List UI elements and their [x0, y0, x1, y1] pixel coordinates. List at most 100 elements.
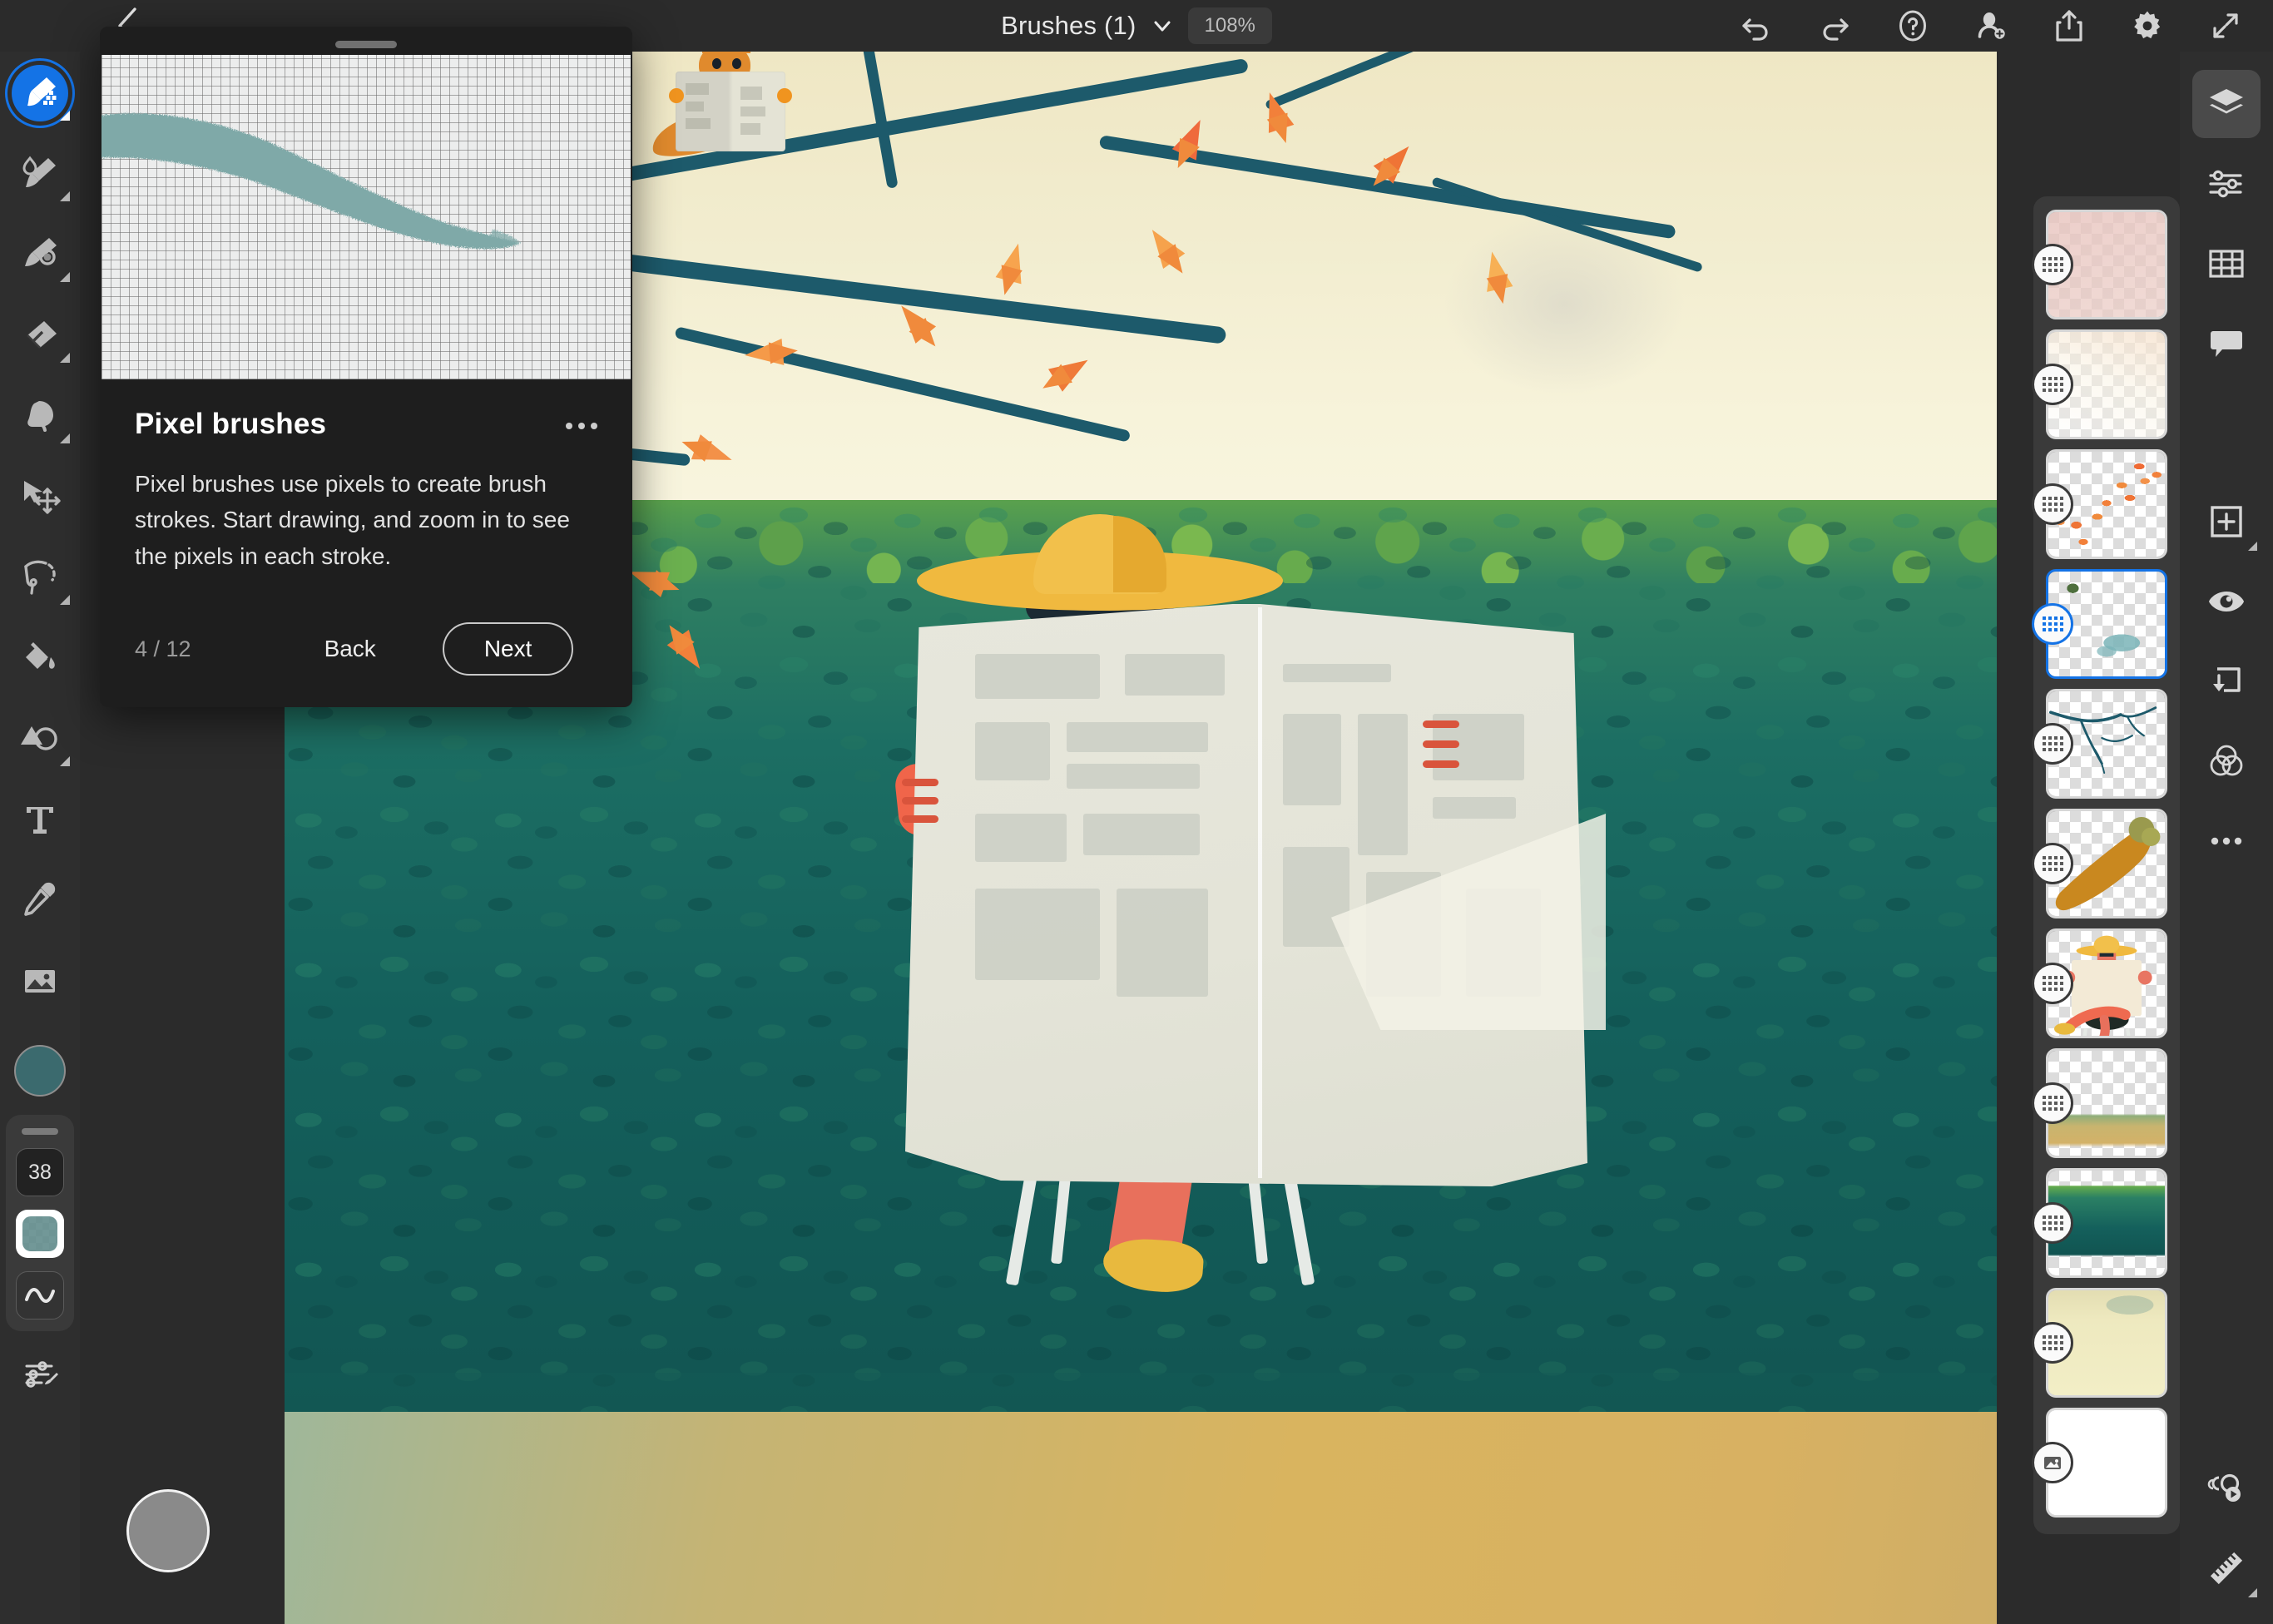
plus-square-icon: [2211, 506, 2242, 537]
gear-icon: [2134, 11, 2161, 39]
finger: [1423, 740, 1459, 748]
redo-icon: [1823, 18, 1849, 41]
layer-visibility-button[interactable]: [2192, 567, 2261, 636]
layer-row[interactable]: [2032, 1048, 2167, 1158]
tool-flyout-indicator: [60, 756, 70, 766]
settings-button[interactable]: [2130, 8, 2165, 43]
newspaper-text-block: [975, 654, 1100, 699]
layer-row[interactable]: [2032, 809, 2167, 918]
finger: [902, 815, 938, 823]
wave-smoothing-icon: [25, 1288, 55, 1303]
brush-size-slider-handle[interactable]: [22, 1128, 58, 1135]
more-options-icon: [2211, 837, 2242, 845]
coachmark-popover: Pixel brushes Pixel brushes use pixels t…: [100, 27, 632, 708]
more-options-icon[interactable]: [566, 408, 597, 429]
adjustments-button[interactable]: [2192, 150, 2261, 218]
coachmark-title: Pixel brushes: [135, 408, 327, 440]
invite-button[interactable]: [1973, 8, 2008, 43]
image-icon: [25, 970, 55, 993]
right-toolbar: [2180, 52, 2273, 1624]
vector-brush-icon: [25, 238, 57, 266]
zoom-level-badge[interactable]: 108%: [1187, 7, 1272, 44]
squirrel-eye: [732, 58, 741, 69]
brush-settings-button[interactable]: [15, 1349, 65, 1399]
next-button[interactable]: Next: [442, 622, 574, 676]
layer-row-selected[interactable]: [2032, 569, 2167, 679]
pixel-layer-icon: [2032, 843, 2073, 884]
transform-tool[interactable]: [8, 465, 72, 528]
page-title: Brushes (1): [1001, 11, 1136, 40]
merge-down-icon: [2213, 667, 2241, 692]
share-button[interactable]: [2052, 8, 2087, 43]
squirrel-character: [647, 52, 817, 210]
ruler-icon: [2210, 1552, 2243, 1585]
clipping-mask-button[interactable]: [2192, 647, 2261, 715]
vector-brush-tool[interactable]: [8, 223, 72, 286]
help-button[interactable]: [1895, 8, 1930, 43]
touch-shortcut[interactable]: [126, 1489, 210, 1572]
place-image-tool[interactable]: [8, 949, 72, 1013]
back-button[interactable]: Back: [324, 636, 376, 662]
coachmark-brush-demo: [102, 55, 631, 379]
eraser-tool[interactable]: [8, 304, 72, 367]
redo-button[interactable]: [1817, 8, 1852, 43]
shapes-tool[interactable]: [8, 707, 72, 770]
eyedropper-tool[interactable]: [8, 869, 72, 932]
eye-icon: [2209, 592, 2244, 611]
layer-row[interactable]: [2032, 329, 2167, 439]
brush-smoothing-button[interactable]: [16, 1271, 64, 1320]
layer-row[interactable]: [2032, 689, 2167, 799]
live-brush-tool[interactable]: [8, 142, 72, 205]
layer-row[interactable]: [2032, 210, 2167, 319]
coachmark-grip[interactable]: [335, 41, 397, 48]
tool-flyout-indicator: [60, 595, 70, 605]
ruler-button[interactable]: [2192, 1534, 2261, 1602]
fill-tool[interactable]: [8, 626, 72, 690]
layer-more-button[interactable]: [2192, 807, 2261, 875]
coachmark-body: Pixel brushes Pixel brushes use pixels t…: [100, 379, 632, 707]
pixel-layer-icon: [2032, 1082, 2073, 1124]
squirrel-eye: [712, 58, 721, 69]
pixel-layer-icon: [2032, 963, 2073, 1004]
grid-button[interactable]: [2192, 230, 2261, 298]
brush-stroke-demo: [102, 113, 521, 250]
ground-strip: [285, 1411, 1997, 1624]
text-tool[interactable]: [8, 788, 72, 851]
left-toolbar: 38: [0, 52, 80, 1624]
brush-preview-thumbnail[interactable]: [16, 1210, 64, 1258]
smudge-icon: [27, 401, 53, 432]
layers-panel: [2032, 196, 2180, 1534]
sun-hat-crown-shadow: [1113, 516, 1166, 592]
layer-row[interactable]: [2032, 1168, 2167, 1278]
newspaper-text-block: [1125, 654, 1225, 696]
pixel-brush-tool[interactable]: [8, 62, 72, 125]
brush-settings-stack: 38: [6, 1115, 74, 1331]
undo-button[interactable]: [1739, 8, 1774, 43]
pixel-layer-icon: [2032, 483, 2073, 525]
brush-size-value[interactable]: 38: [16, 1148, 64, 1196]
layers-panel-button[interactable]: [2192, 70, 2261, 138]
chevron-down-icon[interactable]: [1151, 15, 1173, 37]
layer-row[interactable]: [2032, 1288, 2167, 1398]
blend-mode-button[interactable]: [2192, 727, 2261, 795]
layer-row[interactable]: [2032, 1408, 2167, 1518]
add-layer-button[interactable]: [2192, 488, 2261, 556]
newspaper-text-block: [1283, 664, 1391, 682]
lasso-select-tool[interactable]: [8, 546, 72, 609]
pixel-layer-icon: [2032, 364, 2073, 405]
time-lapse-icon: [2207, 1473, 2241, 1502]
comments-button[interactable]: [2192, 309, 2261, 378]
color-swatch[interactable]: [14, 1045, 66, 1097]
layer-row[interactable]: [2032, 449, 2167, 559]
coachmark-description: Pixel brushes use pixels to create brush…: [135, 471, 570, 569]
newspaper-text-block: [1433, 797, 1516, 819]
tool-flyout-indicator: [60, 272, 70, 282]
newspaper-text-block: [1083, 814, 1200, 855]
pixel-layer-icon: [2032, 1322, 2073, 1364]
time-lapse-button[interactable]: [2192, 1454, 2261, 1522]
squirrel-paw: [777, 88, 792, 103]
fullscreen-button[interactable]: [2208, 8, 2243, 43]
newspaper-text-block: [1283, 714, 1341, 805]
smudge-tool[interactable]: [8, 384, 72, 448]
layer-row[interactable]: [2032, 928, 2167, 1038]
